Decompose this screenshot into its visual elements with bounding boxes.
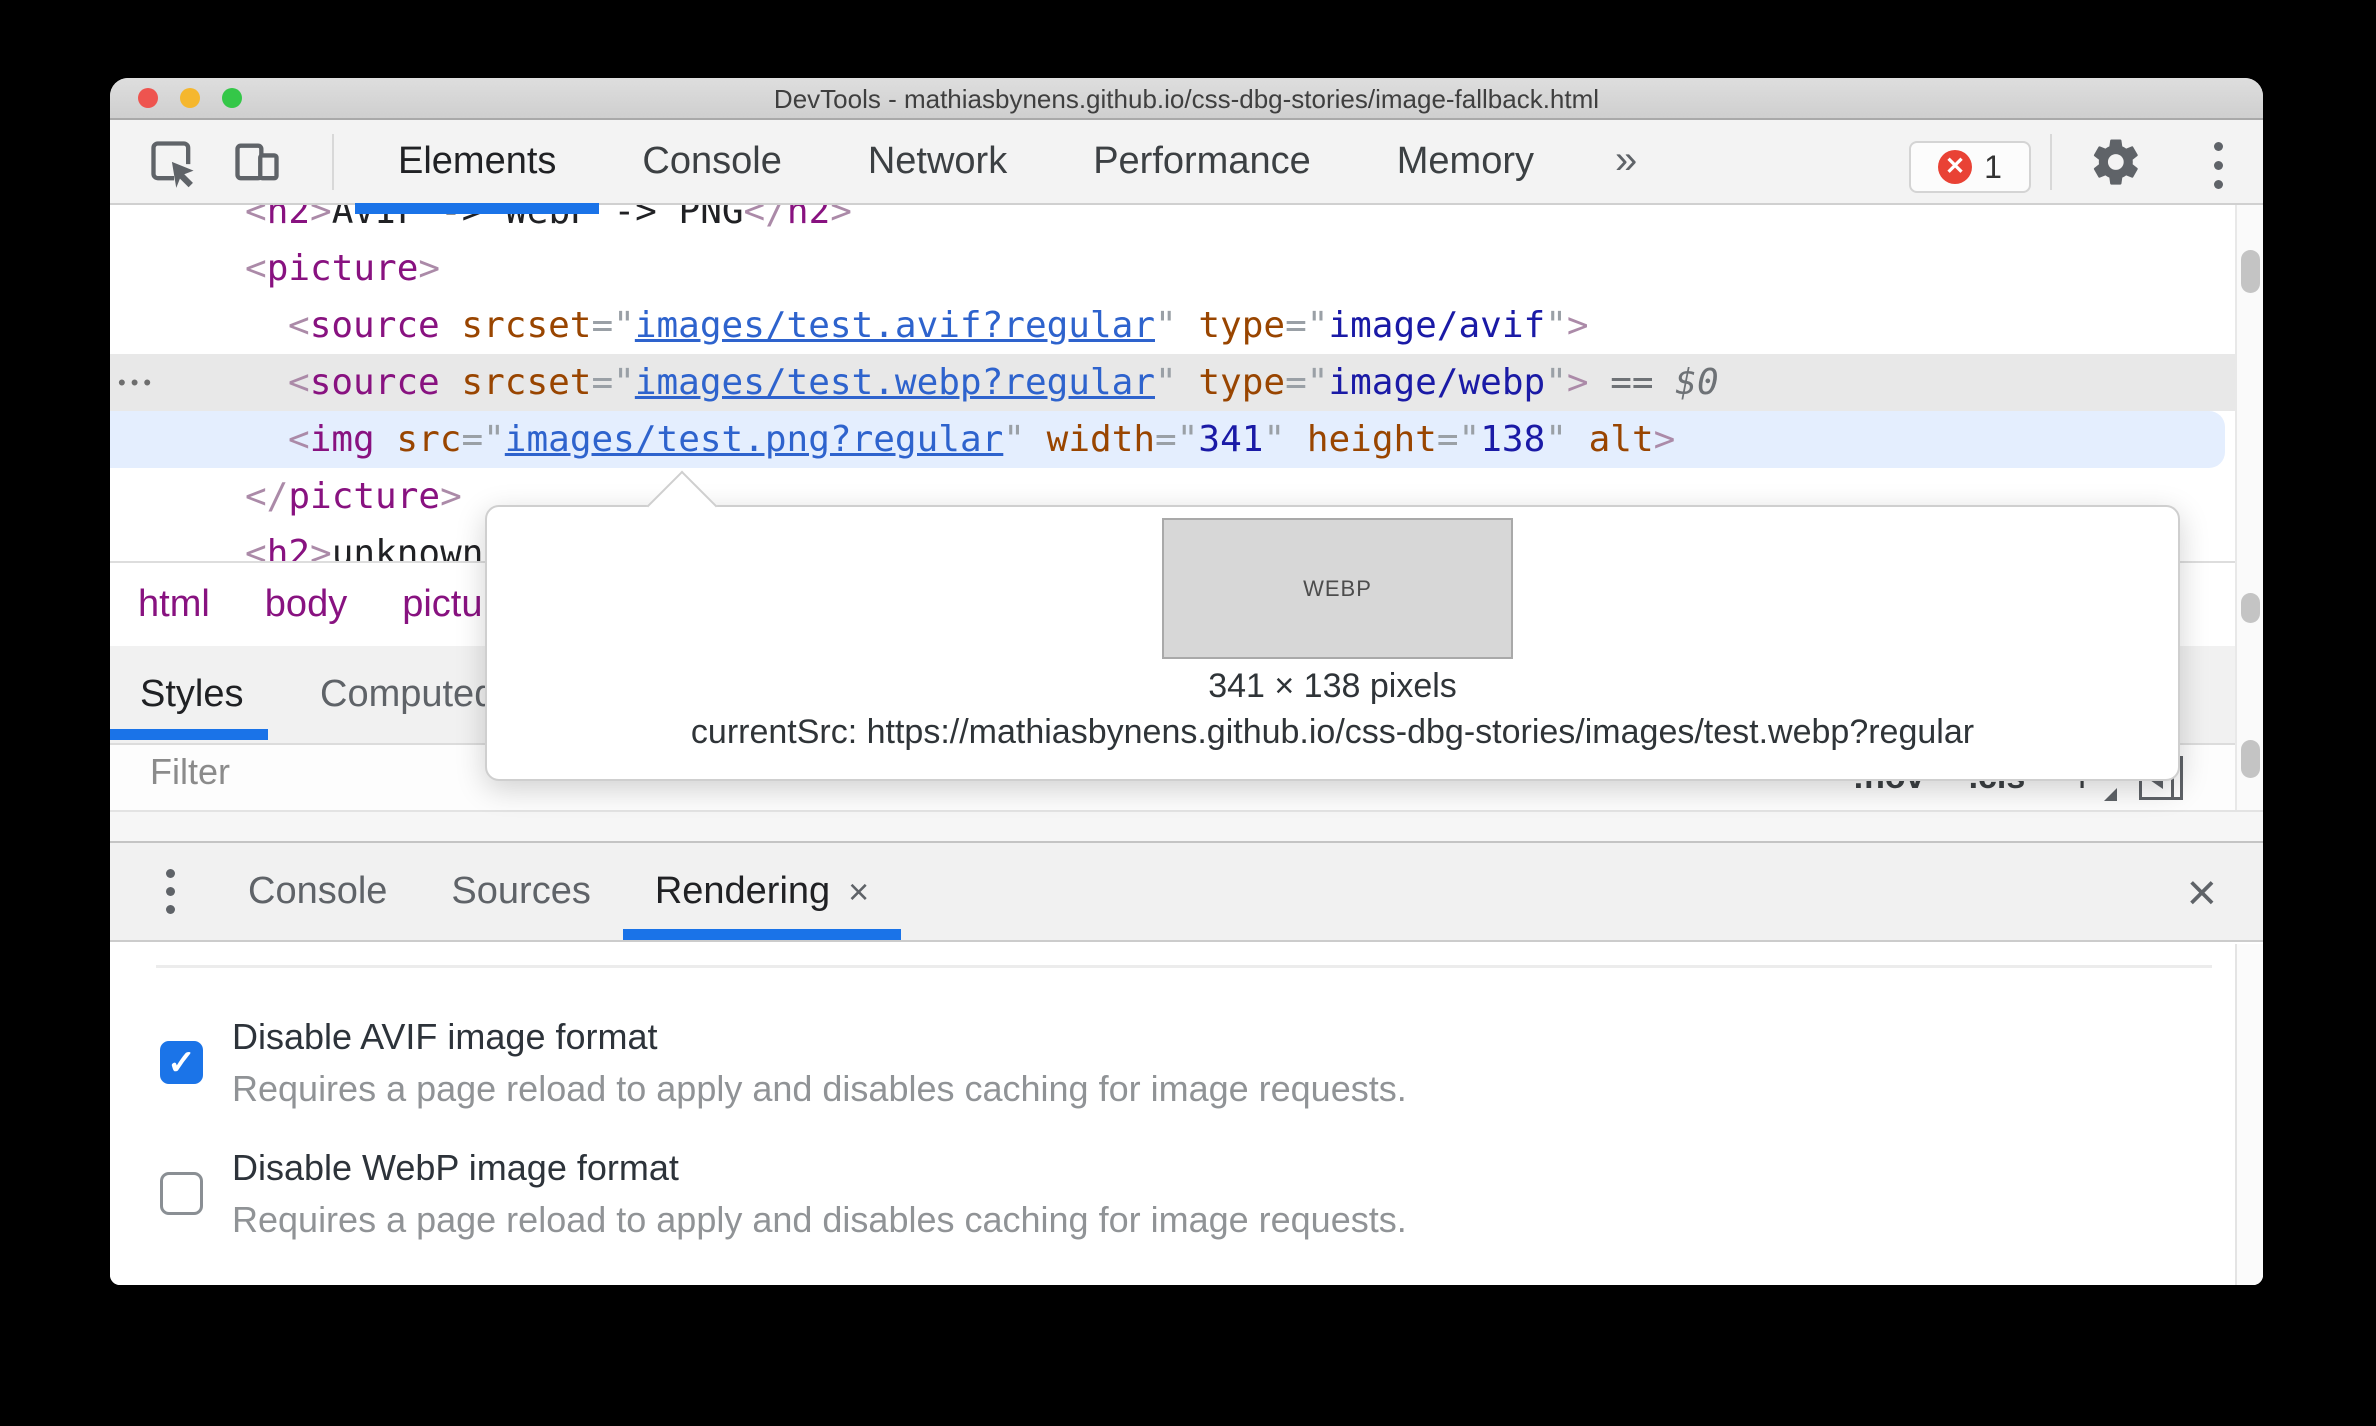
dom-node-source-webp[interactable]: ••• <source srcset="images/test.webp?reg… [110, 354, 2235, 411]
inspect-element-button[interactable] [146, 136, 200, 190]
breadcrumb-body[interactable]: body [265, 583, 347, 626]
tab-console[interactable]: Console [599, 120, 824, 203]
breadcrumb-html[interactable]: html [138, 583, 210, 626]
option-label[interactable]: Disable WebP image format [232, 1147, 679, 1189]
sidebar-scrollbar-thumb[interactable] [2241, 740, 2260, 778]
toolbar-separator [2050, 134, 2052, 190]
error-count: 1 [1984, 148, 2002, 185]
kebab-dot [166, 887, 175, 896]
panel-tabs: Elements Console Network Performance Mem… [355, 120, 1637, 214]
drawer-menu-button[interactable] [166, 869, 175, 923]
tab-network[interactable]: Network [825, 120, 1050, 203]
tab-memory[interactable]: Memory [1354, 120, 1577, 203]
title-bar: DevTools - mathiasbynens.github.io/css-d… [110, 78, 2263, 120]
option-disable-avif: ✓ Disable AVIF image format Requires a p… [110, 1016, 1910, 1126]
dom-node-picture-open[interactable]: <picture> [110, 240, 2235, 297]
disable-webp-checkbox[interactable] [160, 1172, 203, 1215]
toolbar-separator [332, 134, 334, 190]
device-toolbar-icon [235, 143, 279, 181]
option-description: Requires a page reload to apply and disa… [232, 1068, 1407, 1109]
elements-scrollbar-thumb[interactable] [2241, 250, 2260, 293]
panel-gap [110, 810, 2263, 841]
drawer-tab-console[interactable]: Console [216, 843, 419, 940]
more-tabs-button[interactable]: » [1577, 120, 1637, 203]
image-preview-label: WEBP [1303, 575, 1372, 601]
image-preview: WEBP [1162, 518, 1513, 659]
tab-elements[interactable]: Elements [355, 120, 600, 214]
dom-node-source-avif[interactable]: <source srcset="images/test.avif?regular… [110, 297, 2235, 354]
window-title: DevTools - mathiasbynens.github.io/css-d… [773, 84, 1600, 114]
option-disable-webp: Disable WebP image format Requires a pag… [110, 1147, 1910, 1257]
styles-scrollbar[interactable] [2235, 561, 2263, 810]
dom-node-img-selected[interactable]: <img src="images/test.png?regular" width… [110, 411, 2225, 468]
styles-scrollbar-thumb[interactable] [2241, 593, 2260, 623]
devtools-menu-button[interactable] [2214, 142, 2224, 199]
drawer-scrollbar[interactable] [2235, 944, 2263, 1285]
kebab-dot [2214, 161, 2223, 170]
checkmark-icon: ✓ [167, 1043, 196, 1082]
inspect-cursor-icon [151, 141, 194, 188]
error-icon: ✕ [1938, 150, 1973, 184]
close-drawer-button[interactable]: × [2187, 863, 2217, 923]
image-current-src: currentSrc: https://mathiasbynens.github… [690, 713, 1975, 751]
error-count-badge[interactable]: ✕ 1 [1909, 141, 2031, 193]
kebab-dot [166, 869, 175, 878]
option-label[interactable]: Disable AVIF image format [232, 1016, 658, 1058]
image-preview-tooltip: WEBP 341 × 138 pixels currentSrc: https:… [485, 470, 2180, 781]
settings-button[interactable] [2089, 135, 2143, 194]
tab-styles[interactable]: Styles [110, 646, 270, 743]
toggle-device-toolbar-button[interactable] [230, 136, 284, 190]
kebab-dot [2214, 142, 2223, 151]
devtools-toolbar: Elements Console Network Performance Mem… [110, 120, 2263, 214]
tab-performance[interactable]: Performance [1050, 120, 1354, 203]
close-rendering-tab-icon[interactable]: × [848, 873, 869, 910]
drawer-tab-rendering[interactable]: Rendering × [622, 843, 902, 940]
disable-avif-checkbox[interactable]: ✓ [160, 1041, 203, 1084]
drawer-tab-sources[interactable]: Sources [419, 843, 622, 940]
kebab-dot [166, 905, 175, 914]
devtools-window: DevTools - mathiasbynens.github.io/css-d… [110, 78, 2263, 1285]
drawer-content-divider [156, 965, 2212, 968]
node-overflow-menu[interactable]: ••• [118, 354, 156, 411]
elements-scrollbar[interactable] [2235, 205, 2263, 561]
drawer-tab-bar: Console Sources Rendering × × [110, 843, 2263, 942]
new-rule-dropdown-icon [2104, 787, 2117, 801]
image-dimensions: 341 × 138 pixels [1208, 667, 1457, 705]
option-description: Requires a page reload to apply and disa… [232, 1199, 1407, 1240]
kebab-dot [2214, 180, 2223, 189]
tab-computed[interactable]: Computed [320, 646, 495, 743]
gear-icon [2093, 139, 2138, 185]
